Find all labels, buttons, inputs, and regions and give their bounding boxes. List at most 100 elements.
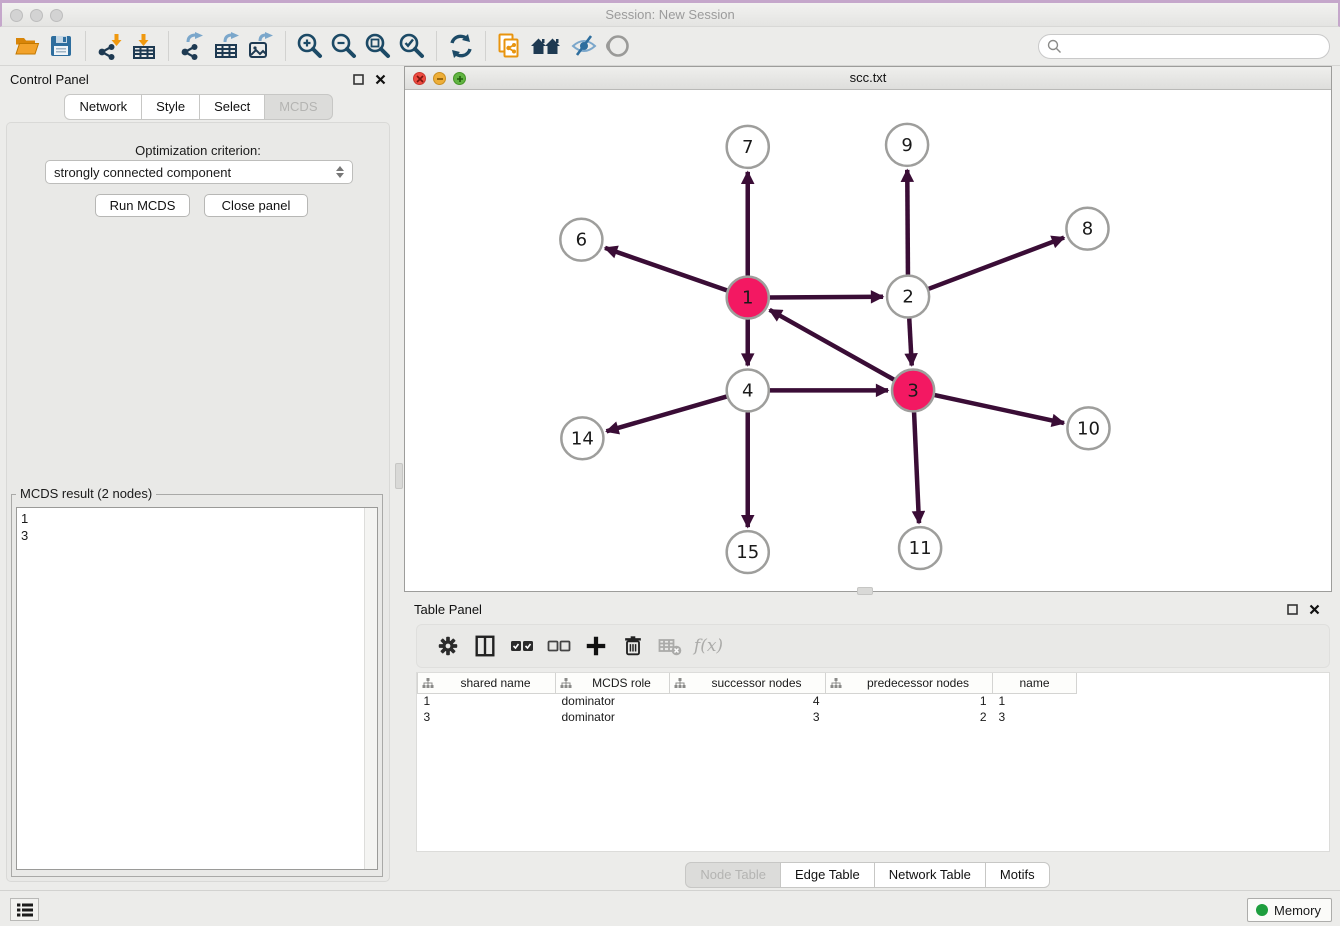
table-cell[interactable]: 2	[826, 709, 993, 725]
graph-edge-3-10[interactable]	[935, 395, 1064, 423]
search-input[interactable]	[1067, 39, 1329, 54]
column-header-MCDS-role[interactable]: MCDS role	[556, 673, 670, 693]
table-cell[interactable]: 3	[993, 709, 1077, 725]
table-cell[interactable]: 1	[993, 693, 1077, 709]
show-columns-icon[interactable]	[466, 631, 503, 661]
deselect-all-icon[interactable]	[540, 631, 577, 661]
dropdown-stepper-icon	[336, 166, 344, 178]
close-table-panel-icon[interactable]	[1306, 601, 1322, 617]
graph-node-label-15: 15	[736, 542, 759, 563]
tab-network[interactable]: Network	[64, 94, 142, 120]
graph-edge-2-3[interactable]	[909, 319, 912, 366]
horizontal-splitter-grip[interactable]	[857, 587, 873, 595]
home-icon[interactable]	[527, 31, 567, 61]
function-builder-icon[interactable]: f(x)	[688, 631, 725, 661]
import-table-icon[interactable]	[127, 31, 161, 61]
graph-edge-3-1[interactable]	[770, 310, 894, 380]
zoom-selected-icon[interactable]	[395, 31, 429, 61]
network-window: scc.txt 7968124314101511	[404, 66, 1332, 592]
graph-edge-4-14[interactable]	[606, 397, 726, 432]
close-panel-button[interactable]: Close panel	[204, 194, 308, 217]
tab-mcds[interactable]: MCDS	[264, 94, 332, 120]
graph-edge-3-11[interactable]	[914, 412, 919, 523]
import-network-icon[interactable]	[93, 31, 127, 61]
vertical-splitter-grip[interactable]	[395, 463, 403, 489]
graph-node-label-9: 9	[901, 135, 912, 156]
toolbar-separator	[85, 31, 86, 61]
save-session-icon[interactable]	[44, 31, 78, 61]
hide-graphics-details-icon[interactable]	[567, 31, 601, 61]
graph-edge-1-2[interactable]	[770, 297, 883, 298]
toolbar-separator	[436, 31, 437, 61]
table-cell[interactable]: 1	[418, 693, 556, 709]
minimize-window-button[interactable]	[30, 9, 43, 22]
network-minimize-button[interactable]	[433, 72, 446, 85]
criterion-dropdown[interactable]: strongly connected component	[45, 160, 353, 184]
table-cell[interactable]: dominator	[556, 693, 670, 709]
task-history-button[interactable]	[10, 898, 39, 921]
tab-node-table[interactable]: Node Table	[685, 862, 781, 888]
delete-row-icon[interactable]	[614, 631, 651, 661]
tab-style[interactable]: Style	[141, 94, 200, 120]
table-cell[interactable]: 3	[670, 709, 826, 725]
result-line: 3	[21, 527, 373, 544]
mcds-panel: Optimization criterion: strongly connect…	[6, 122, 390, 882]
toolbar-separator	[485, 31, 486, 61]
column-header-shared-name[interactable]: shared name	[418, 673, 556, 693]
open-session-icon[interactable]	[10, 31, 44, 61]
graph-node-label-11: 11	[909, 538, 932, 559]
close-window-button[interactable]	[10, 9, 23, 22]
tab-edge-table[interactable]: Edge Table	[780, 862, 875, 888]
close-panel-icon[interactable]	[372, 71, 388, 87]
network-from-file-icon[interactable]	[493, 31, 527, 61]
zoom-out-icon[interactable]	[327, 31, 361, 61]
zoom-fit-icon[interactable]	[361, 31, 395, 61]
column-header-name[interactable]: name	[993, 673, 1077, 693]
search-box[interactable]	[1038, 34, 1330, 59]
run-mcds-button[interactable]: Run MCDS	[95, 194, 190, 217]
apply-layout-icon[interactable]	[444, 31, 478, 61]
result-scrollbar[interactable]	[364, 508, 377, 869]
memory-button[interactable]: Memory	[1247, 898, 1332, 922]
show-graphics-details-icon[interactable]	[601, 31, 635, 61]
graph-edge-2-9[interactable]	[907, 170, 908, 275]
zoom-window-button[interactable]	[50, 9, 63, 22]
column-header-successor-nodes[interactable]: successor nodes	[670, 673, 826, 693]
column-header-predecessor-nodes[interactable]: predecessor nodes	[826, 673, 993, 693]
table-cell[interactable]: 3	[418, 709, 556, 725]
export-table-icon[interactable]	[210, 31, 244, 61]
add-row-icon[interactable]	[577, 631, 614, 661]
network-canvas[interactable]: 7968124314101511	[405, 90, 1331, 591]
table-toolbar: f(x)	[416, 624, 1330, 668]
fx-label: f(x)	[694, 636, 723, 656]
mcds-result-text[interactable]: 1 3	[16, 507, 378, 870]
table-cell[interactable]: dominator	[556, 709, 670, 725]
table-row[interactable]: 3dominator323	[418, 709, 1077, 725]
table-row[interactable]: 1dominator411	[418, 693, 1077, 709]
network-zoom-button[interactable]	[453, 72, 466, 85]
column-header-label: successor nodes	[692, 676, 821, 690]
select-all-icon[interactable]	[503, 631, 540, 661]
delete-table-icon[interactable]	[651, 631, 688, 661]
memory-status-dot	[1256, 904, 1268, 916]
float-table-panel-icon[interactable]	[1284, 601, 1300, 617]
network-close-button[interactable]	[413, 72, 426, 85]
tree-hierarchy-icon	[560, 677, 572, 689]
table-settings-icon[interactable]	[429, 631, 466, 661]
window-title: Session: New Session	[2, 3, 1338, 27]
graph-edge-2-8[interactable]	[929, 238, 1064, 289]
export-image-icon[interactable]	[244, 31, 278, 61]
network-window-titlebar: scc.txt	[405, 67, 1331, 90]
tab-network-table[interactable]: Network Table	[874, 862, 986, 888]
zoom-in-icon[interactable]	[293, 31, 327, 61]
toolbar-separator	[168, 31, 169, 61]
tab-motifs[interactable]: Motifs	[985, 862, 1050, 888]
export-network-icon[interactable]	[176, 31, 210, 61]
float-panel-icon[interactable]	[350, 71, 366, 87]
graph-node-label-4: 4	[742, 380, 753, 401]
table-cell[interactable]: 1	[826, 693, 993, 709]
table-panel: Table Panel	[404, 596, 1332, 890]
table-cell[interactable]: 4	[670, 693, 826, 709]
graph-edge-1-6[interactable]	[605, 248, 727, 290]
tab-select[interactable]: Select	[199, 94, 265, 120]
